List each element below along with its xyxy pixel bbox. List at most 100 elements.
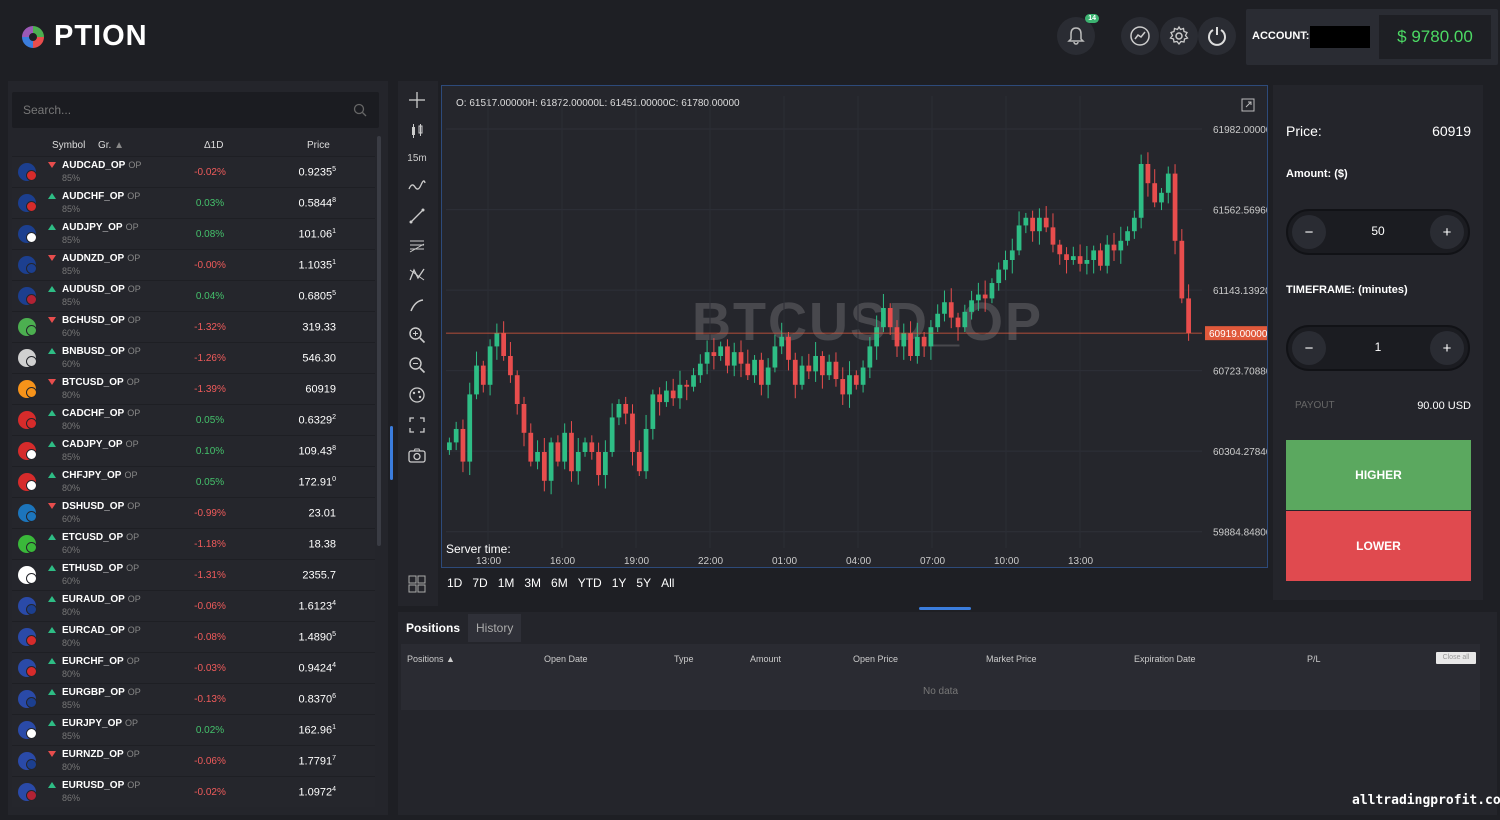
col-expiration-date[interactable]: Expiration Date [1134, 654, 1196, 664]
range-all-button[interactable]: All [661, 576, 674, 590]
price-chart[interactable]: O: 61517.00000H: 61872.00000L: 61451.000… [441, 85, 1268, 568]
asset-row[interactable]: EURJPY_OP OP 85% 0.02% 162.961 [12, 714, 375, 745]
positions-panel: Positions History Positions ▲ Open Date … [398, 612, 1497, 815]
asset-row[interactable]: AUDJPY_OP OP 85% 0.08% 101.061 [12, 218, 375, 249]
asset-row[interactable]: CADCHF_OP OP 80% 0.05% 0.63292 [12, 404, 375, 435]
range-1y-button[interactable]: 1Y [612, 576, 627, 590]
search-input[interactable] [12, 92, 342, 128]
asset-payout: 80% [62, 390, 81, 400]
balance-display[interactable]: $ 9780.00 [1379, 15, 1491, 59]
zoom-out-icon[interactable] [406, 354, 428, 376]
asset-change: -1.18% [194, 539, 226, 550]
col-open-price[interactable]: Open Price [853, 654, 898, 664]
fullscreen-icon[interactable] [406, 414, 428, 436]
arrow-down-icon [48, 751, 56, 757]
trendline-icon[interactable] [406, 205, 428, 227]
asset-row[interactable]: AUDCAD_OP OP 85% -0.02% 0.92355 [12, 156, 375, 187]
candle-body [555, 442, 561, 462]
candle-body [860, 367, 866, 385]
asset-row[interactable]: AUDUSD_OP OP 85% 0.04% 0.68055 [12, 280, 375, 311]
analytics-button[interactable] [1121, 17, 1159, 55]
asset-row[interactable]: EURAUD_OP OP 80% -0.06% 1.61234 [12, 590, 375, 621]
tab-positions[interactable]: Positions [398, 614, 469, 642]
timeframe-increase-button[interactable]: + [1430, 331, 1464, 365]
logout-button[interactable] [1198, 17, 1236, 55]
col-type[interactable]: Type [674, 654, 694, 664]
col-pl[interactable]: P/L [1307, 654, 1321, 664]
search-icon[interactable] [353, 103, 367, 117]
fib-icon[interactable] [406, 235, 428, 257]
asset-row[interactable]: EURNZD_OP OP 80% -0.06% 1.77917 [12, 745, 375, 776]
range-1d-button[interactable]: 1D [447, 576, 462, 590]
asset-row[interactable]: EURCHF_OP OP 80% -0.03% 0.94244 [12, 652, 375, 683]
asset-row[interactable]: EURCAD_OP OP 80% -0.08% 1.48905 [12, 621, 375, 652]
asset-change: 0.02% [195, 725, 225, 736]
asset-row[interactable]: CHFJPY_OP OP 80% 0.05% 172.910 [12, 466, 375, 497]
arrow-up-icon [48, 627, 56, 633]
asset-row[interactable]: BCHUSD_OP OP 60% -1.32% 319.33 [12, 311, 375, 342]
asset-symbol: DSHUSD_OP OP [62, 501, 141, 512]
crosshair-icon[interactable] [406, 89, 428, 111]
x-tick-label: 10:00 [994, 556, 1019, 567]
arrow-up-icon [48, 410, 56, 416]
column-change[interactable]: Δ1D [204, 140, 223, 151]
server-time-label: Server time: [446, 542, 511, 556]
sidebar-scrollbar[interactable] [377, 136, 381, 546]
col-positions[interactable]: Positions ▲ [407, 654, 455, 664]
pattern-icon[interactable] [406, 264, 428, 286]
range-7d-button[interactable]: 7D [472, 576, 487, 590]
column-group[interactable]: Gr. ▲ [98, 140, 124, 151]
tab-history[interactable]: History [468, 614, 522, 642]
asset-row[interactable]: DSHUSD_OP OP 60% -0.99% 23.01 [12, 497, 375, 528]
asset-row[interactable]: ETHUSD_OP OP 60% -1.31% 2355.7 [12, 559, 375, 590]
indicator-icon[interactable] [406, 175, 428, 197]
asset-row[interactable]: EURUSD_OP OP 86% -0.02% 1.09724 [12, 776, 375, 807]
theme-icon[interactable] [406, 384, 428, 406]
zoom-in-icon[interactable] [406, 324, 428, 346]
candle-body [996, 269, 1002, 284]
amount-value[interactable]: 50 [1338, 224, 1418, 238]
higher-button[interactable]: HIGHER [1286, 440, 1471, 510]
asset-row[interactable]: CADJPY_OP OP 85% 0.10% 109.438 [12, 435, 375, 466]
asset-flag-secondary-icon [26, 511, 37, 522]
close-all-button[interactable]: Close all [1436, 652, 1476, 664]
bottom-panel-resize-handle[interactable] [919, 607, 971, 610]
lower-button[interactable]: LOWER [1286, 511, 1471, 581]
camera-icon[interactable] [406, 444, 428, 466]
asset-row[interactable]: AUDNZD_OP OP 85% -0.00% 1.10351 [12, 249, 375, 280]
asset-row[interactable]: AUDCHF_OP OP 85% 0.03% 0.58448 [12, 187, 375, 218]
range-1m-button[interactable]: 1M [498, 576, 515, 590]
asset-row[interactable]: BTCUSD_OP OP 80% -1.39% 60919 [12, 373, 375, 404]
asset-row[interactable]: BNBUSD_OP OP 60% -1.26% 546.30 [12, 342, 375, 373]
candles-icon[interactable] [406, 120, 428, 142]
timeframe-value[interactable]: 1 [1338, 340, 1418, 354]
amount-decrease-button[interactable]: − [1292, 215, 1326, 249]
col-market-price[interactable]: Market Price [986, 654, 1037, 664]
range-ytd-button[interactable]: YTD [578, 576, 602, 590]
amount-increase-button[interactable]: + [1430, 215, 1464, 249]
asset-change: 0.04% [195, 291, 225, 302]
asset-row[interactable]: ETCUSD_OP OP 60% -1.18% 18.38 [12, 528, 375, 559]
range-5y-button[interactable]: 5Y [636, 576, 651, 590]
candle-body [1125, 231, 1130, 241]
asset-row[interactable]: EURGBP_OP OP 85% -0.13% 0.83706 [12, 683, 375, 714]
column-price[interactable]: Price [307, 140, 330, 151]
timeframe-decrease-button[interactable]: − [1292, 331, 1326, 365]
candle-body [711, 352, 717, 356]
range-3m-button[interactable]: 3M [524, 576, 541, 590]
settings-button[interactable] [1160, 17, 1198, 55]
column-symbol[interactable]: Symbol [52, 140, 85, 151]
arrow-up-icon [48, 193, 56, 199]
notifications-button[interactable]: 14 [1057, 14, 1099, 55]
candle-body [758, 359, 764, 385]
search-box[interactable] [12, 92, 379, 128]
panel-resize-handle[interactable] [390, 426, 393, 480]
brush-icon[interactable] [406, 294, 428, 316]
range-6m-button[interactable]: 6M [551, 576, 568, 590]
layout-grid-icon[interactable] [408, 575, 426, 593]
col-amount[interactable]: Amount [750, 654, 781, 664]
chart-canvas[interactable]: 61982.00000 61562.56960 61143.13920 60723.7… [442, 86, 1267, 567]
col-open-date[interactable]: Open Date [544, 654, 588, 664]
timeframe-selector[interactable]: 15m [406, 147, 428, 169]
candle-body [955, 317, 961, 328]
